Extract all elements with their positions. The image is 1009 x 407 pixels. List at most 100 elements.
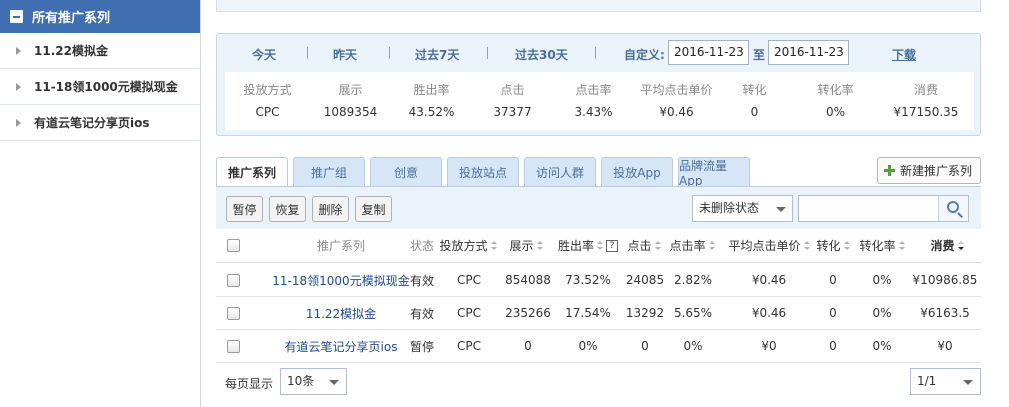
col-header-method[interactable]: 投放方式 [440, 229, 497, 262]
row-checkbox[interactable] [226, 273, 240, 287]
select-all-checkbox-cell [224, 229, 242, 262]
metric-label: 展示 [338, 83, 363, 97]
cell-conversions: 0 [829, 306, 837, 320]
sidebar-item-series-3[interactable]: 有道云笔记分享页ios [0, 105, 200, 141]
col-header-ctr[interactable]: 点击率 [668, 229, 716, 262]
metric-label: 点击率 [575, 83, 612, 97]
cell-cost: ¥10986.85 [912, 273, 978, 287]
col-header-cost[interactable]: 消费 [916, 229, 978, 262]
row-checkbox-cell [224, 330, 242, 362]
expand-arrow-icon[interactable] [16, 118, 21, 127]
cell-status: 有效 [409, 306, 434, 321]
collapse-minus-icon[interactable] [10, 10, 23, 23]
series-name-link[interactable]: 11.22模拟金 [256, 297, 426, 329]
metric-label: 消费 [913, 83, 938, 97]
col-header-name: 推广系列 [316, 239, 365, 253]
sidebar: 所有推广系列 11.22模拟金 11-18领1000元模拟现金 有道云笔记分享页… [0, 0, 201, 407]
period-yesterday[interactable]: 昨天 [333, 46, 357, 63]
table-header: 推广系列 状态 投放方式 展示 胜出率? 点击 点击率 平均点击单价 转化 转化… [216, 229, 981, 263]
cell-win-rate: 73.52% [565, 273, 611, 287]
metric-value: ¥17150.35 [893, 105, 959, 119]
resume-button[interactable]: 恢复 [269, 196, 306, 222]
col-header-label: 点击 [627, 239, 652, 253]
cell-conversion-rate: 0% [872, 339, 892, 353]
row-checkbox-cell [224, 297, 242, 329]
expand-arrow-icon[interactable] [16, 82, 21, 91]
tab-creatives[interactable]: 创意 [370, 157, 442, 186]
col-header-win-rate[interactable]: 胜出率? [556, 229, 620, 262]
period-divider [487, 47, 488, 59]
col-header-impressions[interactable]: 展示 [504, 229, 548, 262]
custom-range-label: 自定义: [624, 48, 665, 62]
date-to-label: 至 [753, 48, 766, 62]
sidebar-item-label: 11.22模拟金 [34, 44, 108, 58]
cell-impressions: 235266 [505, 306, 551, 320]
tab-audiences[interactable]: 访问人群 [524, 157, 596, 186]
metric-label: 胜出率 [413, 83, 450, 97]
sidebar-item-series-2[interactable]: 11-18领1000元模拟现金 [0, 69, 200, 105]
tab-sites[interactable]: 投放站点 [447, 157, 519, 186]
status-filter-value: 未删除状态 [699, 201, 760, 215]
metric-clicks: 点击 37377 [470, 72, 555, 130]
cell-cost: ¥6163.5 [920, 306, 970, 320]
row-checkbox[interactable] [226, 306, 240, 320]
cell-clicks: 13292 [625, 306, 665, 320]
period-divider [389, 47, 390, 59]
period-selector: 今天 昨天 过去7天 过去30天 自定义: 2016-11-23 至 2016-… [217, 34, 980, 72]
end-date-input[interactable]: 2016-11-23 [768, 40, 849, 65]
per-page-value: 10条 [287, 374, 315, 388]
sort-icon [597, 241, 603, 250]
metric-label: 点击 [500, 83, 525, 97]
table-row: 有道云笔记分享页ios 暂停 CPC 0 0% 0 0% ¥0 0 0% ¥0 [216, 330, 981, 363]
copy-button[interactable]: 复制 [355, 196, 392, 222]
download-link[interactable]: 下载 [892, 46, 916, 63]
metric-conversions: 转化 0 [712, 72, 797, 130]
period-divider [595, 47, 596, 59]
search-input[interactable] [798, 195, 969, 222]
col-header-clicks[interactable]: 点击 [626, 229, 662, 262]
cell-conversion-rate: 0% [872, 306, 892, 320]
sort-icon [708, 241, 715, 250]
search-button[interactable] [938, 196, 968, 221]
col-header-status: 状态 [409, 239, 434, 253]
col-header-avg-cpc[interactable]: 平均点击单价 [724, 229, 814, 262]
metric-impressions: 展示 1089354 [308, 72, 393, 130]
col-header-conversion-rate[interactable]: 转化率 [856, 229, 908, 262]
series-name-link[interactable]: 有道云笔记分享页ios [256, 330, 426, 362]
new-series-button[interactable]: 新建推广系列 [877, 157, 981, 184]
pause-button[interactable]: 暂停 [226, 196, 263, 222]
cell-method: CPC [457, 273, 481, 287]
period-last-7-days[interactable]: 过去7天 [415, 46, 459, 63]
tab-apps[interactable]: 投放App [601, 157, 673, 186]
status-filter-select[interactable]: 未删除状态 [692, 195, 793, 222]
tab-brand-traffic-apps[interactable]: 品牌流量App [678, 157, 750, 188]
metric-label: 转化率 [817, 83, 854, 97]
sidebar-header-all-series[interactable]: 所有推广系列 [0, 0, 200, 33]
cell-impressions: 854088 [505, 273, 551, 287]
delete-button[interactable]: 删除 [312, 196, 349, 222]
metric-method: 投放方式 CPC [225, 72, 310, 130]
series-name-link[interactable]: 11-18领1000元模拟现金 [256, 264, 426, 296]
cell-avg-cpc: ¥0 [761, 339, 777, 353]
top-panel-edge [216, 0, 981, 12]
tab-campaign-groups[interactable]: 推广组 [293, 157, 365, 186]
sort-icon [803, 241, 810, 250]
select-all-checkbox[interactable] [226, 239, 240, 252]
metric-value: CPC [255, 105, 280, 119]
sidebar-item-series-1[interactable]: 11.22模拟金 [0, 33, 200, 69]
page-select[interactable]: 1/1 [910, 368, 981, 395]
row-checkbox[interactable] [226, 339, 240, 353]
period-last-30-days[interactable]: 过去30天 [515, 46, 568, 63]
tab-campaign-series[interactable]: 推广系列 [216, 157, 288, 187]
expand-arrow-icon[interactable] [16, 46, 21, 55]
period-divider [307, 47, 308, 59]
col-header-conversions[interactable]: 转化 [814, 229, 852, 262]
start-date-input[interactable]: 2016-11-23 [668, 40, 749, 65]
period-today[interactable]: 今天 [252, 46, 276, 63]
metric-avg-cpc: 平均点击单价 ¥0.46 [634, 72, 719, 130]
per-page-select[interactable]: 10条 [280, 368, 347, 395]
cell-conversions: 0 [829, 339, 837, 353]
col-header-label: 点击率 [669, 239, 706, 253]
help-icon[interactable]: ? [606, 239, 618, 252]
metric-value: 1089354 [323, 105, 378, 119]
